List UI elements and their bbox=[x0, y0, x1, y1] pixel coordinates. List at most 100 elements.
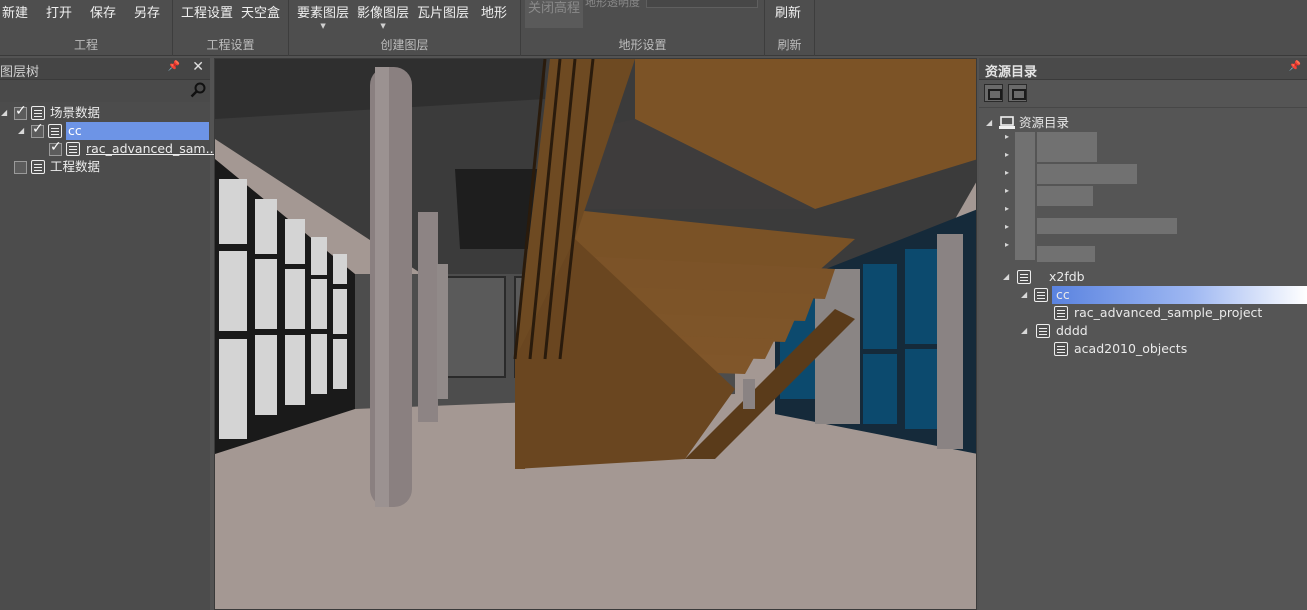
tree-item-label: 工程数据 bbox=[50, 159, 101, 174]
tree-item-rac-advanced-sample-project[interactable]: rac_advanced_sample_project bbox=[979, 304, 1307, 322]
chevron-right-icon: ▸ bbox=[1005, 132, 1010, 141]
document-icon bbox=[48, 124, 62, 138]
layer-tree-header: 图层树 📌 ✕ bbox=[0, 58, 210, 80]
group-label-refresh: 刷新 bbox=[777, 38, 802, 52]
save-button[interactable]: 保存 bbox=[90, 2, 116, 21]
image-layer-label: 影像图层 bbox=[357, 6, 410, 21]
dropdown-caret-icon: ▼ bbox=[320, 22, 326, 30]
disable-elevation-button[interactable]: 关闭高程 bbox=[525, 0, 584, 28]
chevron-down-icon[interactable]: ◢ bbox=[18, 122, 24, 140]
refresh-button[interactable]: 刷新 bbox=[775, 2, 801, 21]
document-icon bbox=[1034, 288, 1048, 302]
resource-catalog-panel: 资源目录 📌 ◢ 资源目录 ▸ ▸ ▸ ▸ ▸ ▸ ▸ ◢ x2fdb ◢ cc… bbox=[979, 58, 1307, 610]
tree-item-rac-advanced[interactable]: ✓ rac_advanced_sam... bbox=[0, 139, 218, 158]
chevron-down-icon[interactable]: ◢ bbox=[1021, 286, 1027, 304]
tree-item-label: cc bbox=[1052, 286, 1307, 304]
tree-item-project-data[interactable]: 工程数据 bbox=[0, 158, 210, 176]
group-label-project: 工程 bbox=[73, 38, 98, 52]
image-layer-button[interactable]: 影像图层 ▼ bbox=[357, 2, 410, 30]
search-icon[interactable] bbox=[190, 82, 206, 98]
chevron-down-icon[interactable]: ◢ bbox=[1003, 268, 1009, 286]
resource-catalog-header: 资源目录 📌 bbox=[979, 58, 1307, 80]
feature-layer-label: 要素图层 bbox=[297, 6, 350, 21]
check-icon: ✓ bbox=[32, 121, 44, 137]
layer-checkbox[interactable]: ✓ bbox=[14, 103, 27, 120]
chevron-right-icon: ▸ bbox=[1005, 222, 1010, 231]
tree-item-x2fdb[interactable]: ◢ x2fdb bbox=[979, 268, 1307, 286]
chevron-right-icon: ▸ bbox=[1005, 150, 1010, 159]
redacted-block bbox=[1037, 246, 1095, 262]
document-icon bbox=[1054, 342, 1068, 356]
database-icon bbox=[1017, 270, 1031, 284]
tree-item-dddd[interactable]: ◢ dddd bbox=[979, 322, 1307, 340]
dropdown-caret-icon: ▼ bbox=[380, 22, 386, 30]
layer-search-row bbox=[0, 80, 210, 102]
remove-connection-icon[interactable] bbox=[1008, 84, 1027, 102]
database-icon bbox=[1015, 132, 1035, 260]
open-button[interactable]: 打开 bbox=[46, 2, 72, 21]
tree-item-catalog-root[interactable]: ◢ 资源目录 bbox=[979, 114, 1307, 132]
tree-item-label: rac_advanced_sam... bbox=[86, 141, 218, 156]
chevron-down-icon[interactable]: ◢ bbox=[986, 114, 992, 132]
tree-item-label: 资源目录 bbox=[1019, 115, 1070, 130]
computer-icon bbox=[999, 116, 1015, 129]
layer-checkbox[interactable] bbox=[14, 161, 27, 174]
chevron-right-icon: ▸ bbox=[1005, 204, 1010, 213]
redacted-block bbox=[1037, 132, 1097, 162]
terrain-transparency-label: 地形透明度 bbox=[585, 0, 640, 9]
terrain-transparency-slider[interactable] bbox=[646, 0, 758, 8]
terrain-button[interactable]: 地形 bbox=[481, 2, 507, 21]
new-button[interactable]: 新建 bbox=[2, 2, 28, 21]
document-icon bbox=[31, 106, 45, 120]
chevron-down-icon[interactable]: ◢ bbox=[1021, 322, 1027, 340]
add-connection-icon[interactable] bbox=[984, 84, 1003, 102]
tree-item-acad2010-objects[interactable]: acad2010_objects bbox=[979, 340, 1307, 358]
chevron-right-icon: ▸ bbox=[1005, 186, 1010, 195]
group-label-create-layer: 创建图层 bbox=[380, 38, 429, 52]
group-label-terrain-settings: 地形设置 bbox=[618, 38, 667, 52]
document-icon bbox=[1054, 306, 1068, 320]
close-icon[interactable]: ✕ bbox=[192, 59, 204, 75]
group-terrain-settings: 关闭高程 地形设置 bbox=[521, 0, 765, 56]
tree-item-label: rac_advanced_sample_project bbox=[1074, 305, 1263, 320]
feature-layer-button[interactable]: 要素图层 ▼ bbox=[297, 2, 350, 30]
redacted-block bbox=[1037, 218, 1177, 234]
document-icon bbox=[1036, 324, 1050, 338]
tree-item-cc[interactable]: ◢ cc bbox=[979, 286, 1307, 304]
resource-catalog-title: 资源目录 bbox=[985, 65, 1038, 80]
check-icon: ✓ bbox=[50, 139, 62, 155]
layer-checkbox[interactable]: ✓ bbox=[49, 139, 62, 156]
tree-item-label: x2fdb bbox=[1049, 269, 1085, 284]
chevron-down-icon[interactable]: ◢ bbox=[1, 104, 7, 122]
chevron-right-icon: ▸ bbox=[1005, 168, 1010, 177]
project-settings-button[interactable]: 工程设置 bbox=[181, 2, 233, 21]
group-refresh: 刷新 刷新 bbox=[765, 0, 815, 56]
scene-render bbox=[215, 59, 976, 609]
check-icon: ✓ bbox=[15, 103, 27, 119]
layer-tree-panel: 图层树 📌 ✕ ◢ ✓ 场景数据 ◢ ✓ cc ✓ rac_advanced_s… bbox=[0, 58, 218, 610]
pin-icon[interactable]: 📌 bbox=[1289, 61, 1301, 72]
group-label-project-settings: 工程设置 bbox=[206, 38, 255, 52]
document-icon bbox=[66, 142, 80, 156]
save-as-button[interactable]: 另存 bbox=[134, 2, 160, 21]
redacted-block bbox=[1037, 186, 1093, 206]
group-project-settings: 工程设置 天空盒 工程设置 bbox=[173, 0, 289, 56]
tree-item-label: acad2010_objects bbox=[1074, 341, 1188, 356]
ribbon-toolbar: 新建 打开 保存 另存 工程 工程设置 天空盒 工程设置 要素图层 ▼ 影像图层 ▼… bbox=[0, 0, 1307, 56]
layer-tree-title: 图层树 bbox=[0, 65, 40, 80]
tree-item-label: cc bbox=[66, 122, 209, 140]
skybox-button[interactable]: 天空盒 bbox=[241, 2, 280, 21]
pin-icon[interactable]: 📌 bbox=[168, 61, 180, 72]
chevron-right-icon: ▸ bbox=[1005, 240, 1010, 249]
group-project: 新建 打开 保存 另存 工程 bbox=[0, 0, 173, 56]
resource-toolbar bbox=[979, 80, 1307, 108]
tile-layer-button[interactable]: 瓦片图层 bbox=[417, 2, 469, 21]
document-icon bbox=[31, 160, 45, 174]
redacted-block bbox=[1037, 164, 1137, 184]
group-create-layer: 要素图层 ▼ 影像图层 ▼ 瓦片图层 地形 创建图层 bbox=[289, 0, 521, 56]
layer-checkbox[interactable]: ✓ bbox=[31, 121, 44, 138]
scene-viewport[interactable] bbox=[214, 58, 977, 610]
tree-item-label: dddd bbox=[1056, 323, 1088, 338]
tree-item-cc[interactable]: ◢ ✓ cc bbox=[0, 121, 209, 140]
tree-item-label: 场景数据 bbox=[50, 105, 101, 120]
